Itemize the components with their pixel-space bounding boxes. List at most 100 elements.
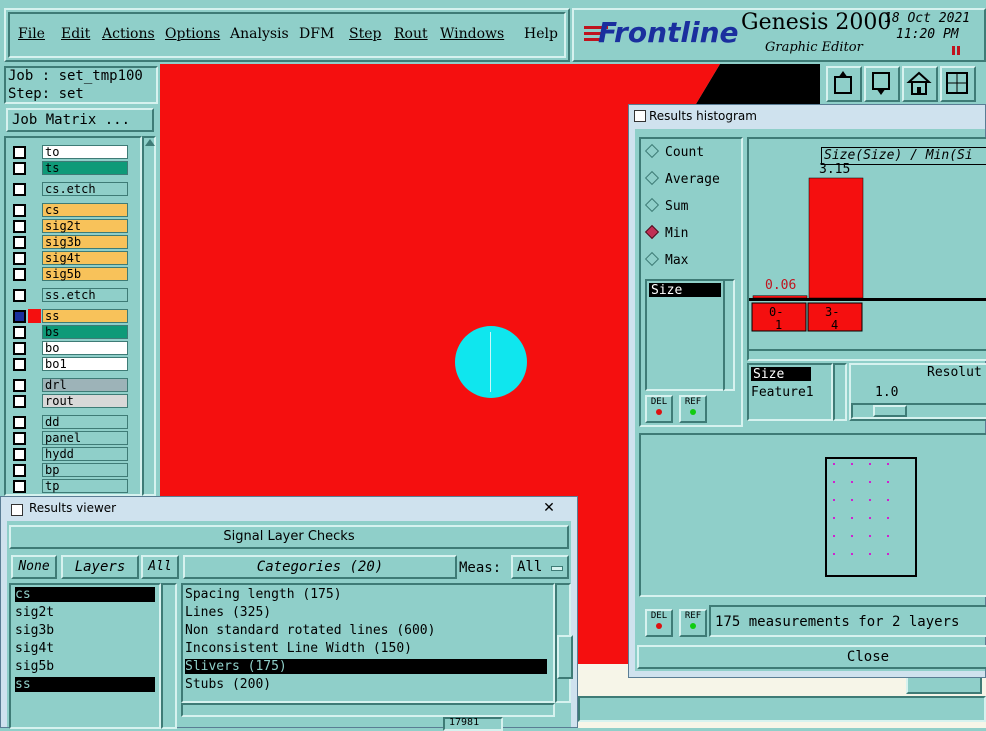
- layer-checkbox[interactable]: [13, 448, 26, 461]
- categories-list-scrollbar[interactable]: [555, 583, 573, 703]
- layer-row-sig3b[interactable]: sig3b: [10, 235, 128, 249]
- layers-button[interactable]: Layers: [61, 555, 139, 579]
- categories-hscroll[interactable]: [181, 703, 555, 717]
- viewer-layer-item[interactable]: sig3b: [15, 623, 155, 638]
- radio-diamond-icon[interactable]: [644, 251, 660, 267]
- chart-hscroll[interactable]: [747, 349, 986, 361]
- layer-row-hydd[interactable]: hydd: [10, 447, 128, 461]
- layer-name[interactable]: tp: [42, 479, 128, 493]
- layer-name[interactable]: ss: [42, 309, 128, 323]
- radio-diamond-icon[interactable]: [644, 224, 660, 240]
- toolbar-download-icon[interactable]: [864, 66, 900, 102]
- resolution-slider[interactable]: [851, 403, 986, 419]
- attr-size[interactable]: Size: [751, 367, 811, 382]
- layer-checkbox[interactable]: [13, 342, 26, 355]
- layer-name[interactable]: rout: [42, 394, 128, 408]
- histogram-bar[interactable]: [752, 295, 808, 299]
- layer-list-scrollbar[interactable]: [142, 136, 156, 496]
- layer-checkbox[interactable]: [13, 432, 26, 445]
- layer-name[interactable]: ss.etch: [42, 288, 128, 302]
- categories-button[interactable]: Categories (20): [183, 555, 457, 579]
- histogram-ref-button[interactable]: REF: [679, 395, 707, 423]
- layer-row-to[interactable]: to: [10, 145, 128, 159]
- menu-step[interactable]: Step: [349, 26, 381, 42]
- layer-row-cs[interactable]: cs: [10, 203, 128, 217]
- layer-checkbox[interactable]: [13, 252, 26, 265]
- category-item[interactable]: Lines (325): [185, 605, 547, 620]
- layer-checkbox[interactable]: [13, 289, 26, 302]
- toolbar-upload-icon[interactable]: [826, 66, 862, 102]
- layer-name[interactable]: drl: [42, 378, 128, 392]
- viewer-layer-item[interactable]: ss: [15, 677, 155, 692]
- menu-options[interactable]: Options: [165, 26, 220, 42]
- layer-name[interactable]: sig5b: [42, 267, 128, 281]
- layer-checkbox[interactable]: [13, 268, 26, 281]
- layer-row-bs[interactable]: bs: [10, 325, 128, 339]
- layer-checkbox[interactable]: [13, 146, 26, 159]
- preview-del-button[interactable]: DEL: [645, 609, 673, 637]
- option-max[interactable]: Max: [644, 251, 688, 268]
- category-item[interactable]: Slivers (175): [185, 659, 547, 674]
- layer-name[interactable]: cs: [42, 203, 128, 217]
- layer-checkbox[interactable]: [13, 310, 26, 323]
- menu-actions[interactable]: Actions: [102, 26, 155, 42]
- category-item[interactable]: Inconsistent Line Width (150): [185, 641, 547, 656]
- pad-feature[interactable]: [455, 326, 527, 398]
- layer-row-bp[interactable]: bp: [10, 463, 128, 477]
- layer-checkbox[interactable]: [13, 220, 26, 233]
- scroll-up-icon[interactable]: [145, 139, 155, 146]
- radio-diamond-icon[interactable]: [644, 170, 660, 186]
- layer-name[interactable]: panel: [42, 431, 128, 445]
- layer-row-dd[interactable]: dd: [10, 415, 128, 429]
- layer-row-rout[interactable]: rout: [10, 394, 128, 408]
- layer-checkbox[interactable]: [13, 416, 26, 429]
- menu-dfm[interactable]: DFM: [299, 26, 334, 42]
- layer-row-bo[interactable]: bo: [10, 341, 128, 355]
- layer-name[interactable]: ts: [42, 161, 128, 175]
- toolbar-window-icon[interactable]: [940, 66, 976, 102]
- histogram-close-button[interactable]: Close: [637, 645, 986, 669]
- menu-file[interactable]: File: [18, 26, 45, 42]
- meas-dropdown[interactable]: All: [511, 555, 569, 579]
- viewer-title-bar[interactable]: Results viewer ✕: [1, 497, 577, 519]
- option-average[interactable]: Average: [644, 170, 720, 187]
- menu-rout[interactable]: Rout: [394, 26, 428, 42]
- layer-name[interactable]: sig3b: [42, 235, 128, 249]
- category-item[interactable]: Non standard rotated lines (600): [185, 623, 547, 638]
- layer-name[interactable]: bp: [42, 463, 128, 477]
- layer-row-cs-etch[interactable]: cs.etch: [10, 182, 128, 196]
- layer-checkbox[interactable]: [13, 236, 26, 249]
- layer-checkbox[interactable]: [13, 162, 26, 175]
- layer-checkbox[interactable]: [13, 358, 26, 371]
- layer-name[interactable]: bs: [42, 325, 128, 339]
- layer-row-drl[interactable]: drl: [10, 378, 128, 392]
- layer-checkbox[interactable]: [13, 379, 26, 392]
- viewer-close-icon[interactable]: ✕: [531, 499, 567, 517]
- radio-diamond-icon[interactable]: [644, 197, 660, 213]
- menu-analysis[interactable]: Analysis: [230, 26, 289, 42]
- layer-row-panel[interactable]: panel: [10, 431, 128, 445]
- viewer-layer-item[interactable]: sig2t: [15, 605, 155, 620]
- layer-row-bo1[interactable]: bo1: [10, 357, 128, 371]
- histogram-list-scrollbar[interactable]: [723, 279, 735, 391]
- layer-row-sig4t[interactable]: sig4t: [10, 251, 128, 265]
- layer-name[interactable]: sig4t: [42, 251, 128, 265]
- histogram-del-button[interactable]: DEL: [645, 395, 673, 423]
- layers-list-scrollbar[interactable]: [161, 583, 177, 729]
- layer-name[interactable]: hydd: [42, 447, 128, 461]
- option-sum[interactable]: Sum: [644, 197, 688, 214]
- toolbar-home-icon[interactable]: [902, 66, 938, 102]
- menu-edit[interactable]: Edit: [61, 26, 90, 42]
- all-button[interactable]: All: [141, 555, 179, 579]
- layer-checkbox[interactable]: [13, 464, 26, 477]
- layer-name[interactable]: cs.etch: [42, 182, 128, 196]
- menu-help[interactable]: Help: [524, 26, 558, 42]
- category-item[interactable]: Stubs (200): [185, 677, 547, 692]
- layer-checkbox[interactable]: [13, 326, 26, 339]
- histogram-bar[interactable]: [808, 177, 864, 299]
- layer-name[interactable]: to: [42, 145, 128, 159]
- attr-feature1[interactable]: Feature1: [751, 385, 814, 400]
- layer-checkbox[interactable]: [13, 183, 26, 196]
- none-button[interactable]: None: [11, 555, 57, 579]
- resolution-slider-thumb[interactable]: [873, 405, 907, 417]
